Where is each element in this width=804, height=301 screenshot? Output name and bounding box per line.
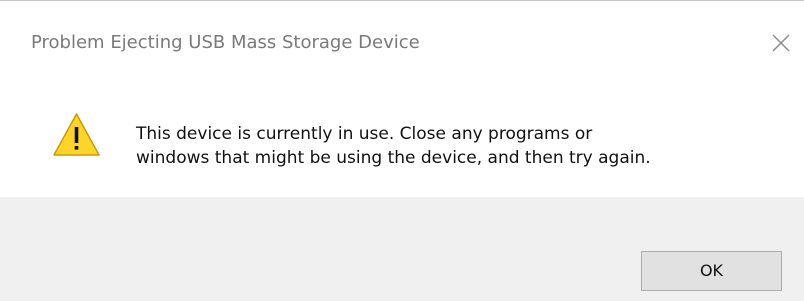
message-text: This device is currently in use. Close a… bbox=[136, 122, 786, 170]
close-icon bbox=[772, 34, 790, 52]
dialog-content: This device is currently in use. Close a… bbox=[0, 81, 804, 197]
message-line-1: This device is currently in use. Close a… bbox=[136, 124, 593, 144]
warning-icon bbox=[53, 113, 100, 156]
button-bar: OK bbox=[0, 197, 804, 301]
eject-error-dialog: Problem Ejecting USB Mass Storage Device… bbox=[0, 0, 804, 301]
title-bar: Problem Ejecting USB Mass Storage Device bbox=[0, 1, 804, 81]
dialog-title: Problem Ejecting USB Mass Storage Device bbox=[31, 32, 420, 53]
message-line-2: windows that might be using the device, … bbox=[136, 148, 651, 168]
ok-button[interactable]: OK bbox=[641, 251, 782, 291]
close-button[interactable] bbox=[766, 28, 796, 58]
